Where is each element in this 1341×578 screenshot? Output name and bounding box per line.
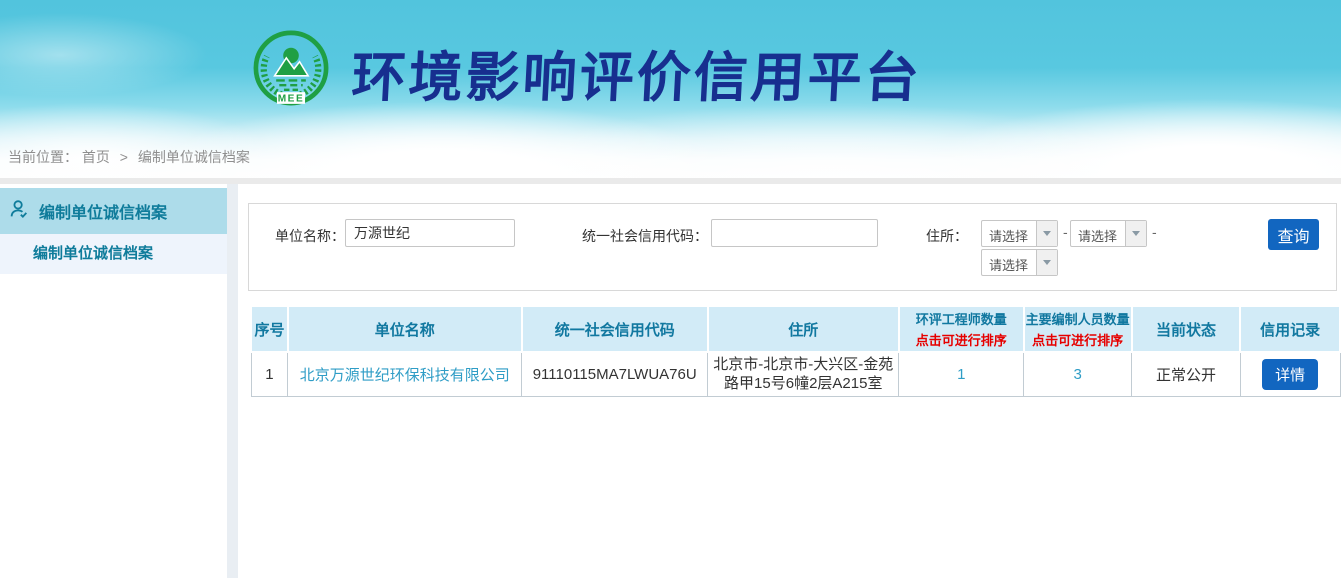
district-select[interactable]: 请选择 xyxy=(981,249,1058,276)
col-header-index: 序号 xyxy=(251,306,288,352)
col-header-company-name: 单位名称 xyxy=(288,306,522,352)
cell-status: 正常公开 xyxy=(1132,352,1241,396)
person-check-icon xyxy=(8,198,30,225)
site-header: MEE 环境影响评价信用平台 当前位置： 首页 > 编制单位诚信档案 xyxy=(0,0,1341,178)
sidebar-subitem-credit-archive[interactable]: 编制单位诚信档案 xyxy=(0,234,227,274)
address-dash-1: - xyxy=(1063,224,1068,240)
breadcrumb-prefix: 当前位置： xyxy=(8,149,78,165)
company-name-label: 单位名称： xyxy=(275,226,345,246)
sidebar-item-label: 编制单位诚信档案 xyxy=(39,199,167,223)
col-header-credit-record: 信用记录 xyxy=(1240,306,1340,352)
sidebar-item-credit-archive[interactable]: 编制单位诚信档案 xyxy=(0,188,227,234)
address-dash-2: - xyxy=(1152,224,1157,240)
city-select[interactable]: 请选择 xyxy=(1070,220,1147,247)
breadcrumb-home-link[interactable]: 首页 xyxy=(82,149,110,165)
breadcrumb-current: 编制单位诚信档案 xyxy=(138,149,250,165)
staff-count-link[interactable]: 3 xyxy=(1074,366,1082,383)
sidebar-divider xyxy=(227,184,238,578)
engineer-count-link[interactable]: 1 xyxy=(957,366,965,383)
mee-logo-icon: MEE xyxy=(252,29,330,112)
table-header-row: 序号 单位名称 统一社会信用代码 住所 环评工程师数量 点击可进行排序 主要编制… xyxy=(251,306,1340,352)
col-header-address: 住所 xyxy=(708,306,899,352)
credit-code-input[interactable] xyxy=(711,219,878,247)
company-name-input[interactable] xyxy=(345,219,515,247)
chevron-down-icon xyxy=(1036,221,1057,246)
sidebar-subitem-label: 编制单位诚信档案 xyxy=(33,245,153,262)
col-header-engineer-count-sortable[interactable]: 环评工程师数量 点击可进行排序 xyxy=(899,306,1024,352)
col-header-status: 当前状态 xyxy=(1132,306,1241,352)
city-select-value: 请选择 xyxy=(1071,221,1125,246)
logo-text: MEE xyxy=(278,94,305,105)
main-content: 单位名称： 统一社会信用代码： 住所： 请选择 - 请选择 - 请选择 查询 xyxy=(238,184,1341,578)
province-select-value: 请选择 xyxy=(982,221,1036,246)
breadcrumb-separator: > xyxy=(120,149,128,165)
credit-code-label: 统一社会信用代码： xyxy=(582,226,708,246)
province-select[interactable]: 请选择 xyxy=(981,220,1058,247)
col-header-staff-count-sortable[interactable]: 主要编制人员数量 点击可进行排序 xyxy=(1024,306,1132,352)
sidebar: 编制单位诚信档案 编制单位诚信档案 xyxy=(0,184,227,578)
results-table: 序号 单位名称 统一社会信用代码 住所 环评工程师数量 点击可进行排序 主要编制… xyxy=(250,305,1341,397)
search-form-panel: 单位名称： 统一社会信用代码： 住所： 请选择 - 请选择 - 请选择 查询 xyxy=(248,203,1337,291)
sort-hint: 点击可进行排序 xyxy=(901,330,1022,349)
sort-hint: 点击可进行排序 xyxy=(1026,330,1130,349)
district-select-value: 请选择 xyxy=(982,250,1036,275)
cell-credit-code: 91110115MA7LWUA76U xyxy=(522,352,708,396)
company-name-link[interactable]: 北京万源世纪环保科技有限公司 xyxy=(300,367,510,384)
search-button[interactable]: 查询 xyxy=(1268,219,1319,250)
page-title: 环境影响评价信用平台 xyxy=(350,33,924,112)
col-header-credit-code: 统一社会信用代码 xyxy=(522,306,708,352)
cell-address: 北京市-北京市-大兴区-金苑路甲15号6幢2层A215室 xyxy=(708,352,899,396)
chevron-down-icon xyxy=(1036,250,1057,275)
breadcrumb: 当前位置： 首页 > 编制单位诚信档案 xyxy=(8,147,250,167)
table-row: 1 北京万源世纪环保科技有限公司 91110115MA7LWUA76U 北京市-… xyxy=(251,352,1340,396)
detail-button[interactable]: 详情 xyxy=(1262,359,1318,390)
chevron-down-icon xyxy=(1125,221,1146,246)
address-label: 住所： xyxy=(926,226,968,246)
cell-index: 1 xyxy=(251,352,288,396)
